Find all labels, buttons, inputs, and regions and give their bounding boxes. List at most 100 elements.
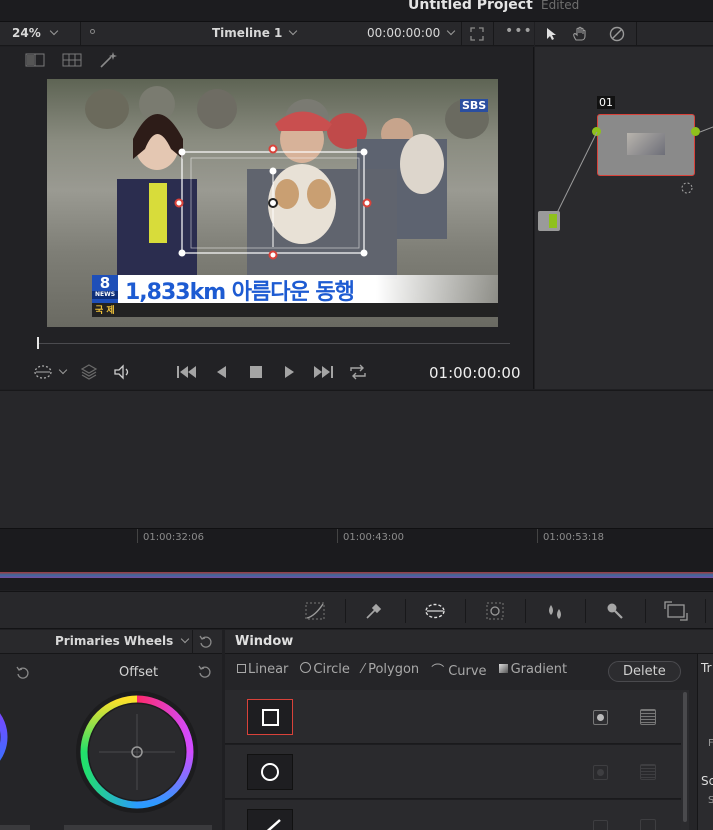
circle-icon [300,662,312,673]
divider [192,630,193,654]
divider [525,599,526,623]
linear-tool[interactable]: Linear [237,662,288,677]
timeline-dropdown[interactable]: Timeline 1 [212,26,298,40]
window-tool-icon[interactable] [423,601,447,621]
window-invert-toggle[interactable] [640,764,656,780]
offset-color-wheel[interactable] [74,689,200,815]
play-reverse-icon[interactable] [214,364,228,380]
divider [645,599,646,623]
window-invert-toggle[interactable] [640,819,656,830]
loop-icon[interactable] [348,363,368,381]
window-list-scrollbar[interactable] [681,690,689,830]
ruler-tick [537,529,538,543]
circle-label: Circle [313,662,350,677]
timeline-track[interactable] [0,572,713,578]
gradient-icon [498,664,508,673]
dot-icon [90,29,95,34]
play-icon[interactable] [283,364,297,380]
curve-icon: ⌒ [431,664,445,679]
playhead[interactable] [37,337,39,349]
lift-wheel-partial[interactable] [0,692,10,782]
delete-button[interactable]: Delete [608,661,681,682]
divider [465,599,466,623]
divider [80,22,81,46]
bypass-icon[interactable] [609,26,625,42]
zoom-dropdown[interactable]: 24% [12,26,58,40]
timecode-dropdown[interactable]: 00:00:00:00 [367,26,456,40]
softness-label: Sc [701,774,713,788]
project-status: Edited [541,0,580,12]
window-row-polygon[interactable] [225,800,682,830]
viewer-header: 24% Timeline 1 00:00:00:00 ••• [0,22,534,46]
video-frame[interactable]: 8 NEWS 1,833km 아름다운 동행 국 제 SBS [47,79,498,327]
palette-toolbar [0,591,713,629]
divider [705,599,706,623]
curves-icon[interactable] [305,602,325,620]
node-editor[interactable]: 01 [535,47,713,389]
more-options-icon[interactable]: ••• [505,23,533,39]
circle-tool[interactable]: Circle [300,662,350,677]
square-icon [262,709,279,726]
reset-icon[interactable] [198,665,212,679]
side-label: F [708,738,713,749]
primaries-mode-dropdown[interactable]: Primaries Wheels [55,634,190,648]
transform-panel: Tr F Sc S [697,654,713,830]
chevron-down-icon [180,634,190,644]
divider [493,22,494,46]
window-list [225,690,689,830]
circle-shape-icon [261,763,279,781]
layers-icon[interactable] [80,363,98,381]
window-row-linear[interactable] [225,690,682,744]
hand-icon[interactable] [572,26,588,42]
offset-master-slider[interactable] [64,825,212,830]
window-enable-toggle[interactable] [593,710,608,725]
mini-timeline[interactable]: 01:00:32:06 01:00:43:00 01:00:53:18 [0,528,713,590]
blur-icon[interactable] [545,601,565,621]
curve-label: Curve [448,664,487,679]
divider [405,599,406,623]
offset-label: Offset [119,665,159,680]
window-row-circle[interactable] [225,745,682,799]
tracker-icon[interactable] [485,601,505,621]
curve-tool[interactable]: ⌒ Curve [431,660,486,679]
reset-icon[interactable] [199,635,213,649]
window-invert-toggle[interactable] [640,709,656,725]
lift-master-slider[interactable] [0,825,30,830]
gradient-tool[interactable]: Gradient [498,662,568,677]
gallery-view-icon[interactable] [62,53,82,67]
title-bar: Untitled Project Edited [0,0,713,22]
transform-label: Tr [701,661,712,675]
stop-icon[interactable] [248,364,264,380]
split-view-icon[interactable] [25,53,45,67]
magic-wand-icon[interactable] [99,51,119,69]
ruler-label: 01:00:32:06 [143,532,205,543]
linear-label: Linear [248,662,289,677]
reset-icon[interactable] [16,666,30,680]
polygon-icon: ⁄ [361,662,365,677]
window-enable-toggle[interactable] [593,820,608,830]
scrubber-track[interactable] [38,343,510,344]
window-thumb[interactable] [247,754,293,790]
chevron-down-icon [446,26,456,36]
window-enable-toggle[interactable] [593,765,608,780]
eyedropper-icon[interactable] [364,601,384,621]
volume-icon[interactable] [113,363,133,381]
primaries-panel: Offset [0,654,222,830]
gradient-label: Gradient [510,662,568,677]
polygon-label: Polygon [368,662,420,677]
header-timecode: 00:00:00:00 [367,26,441,40]
divider [345,599,346,623]
skip-to-end-icon[interactable] [313,364,335,380]
fullscreen-icon[interactable] [470,27,484,41]
timeline-name: Timeline 1 [212,26,283,40]
polygon-tool[interactable]: ⁄ Polygon [362,662,419,677]
pointer-icon[interactable] [546,27,558,41]
power-window-overlay[interactable] [47,79,498,327]
playback-timecode: 01:00:00:00 [429,364,521,382]
window-thumb[interactable] [247,699,293,735]
sizing-icon[interactable] [664,601,688,621]
key-icon[interactable] [605,601,625,621]
window-overlay-icon[interactable] [33,363,53,381]
window-thumb[interactable] [247,809,293,830]
skip-to-start-icon[interactable] [176,364,198,380]
